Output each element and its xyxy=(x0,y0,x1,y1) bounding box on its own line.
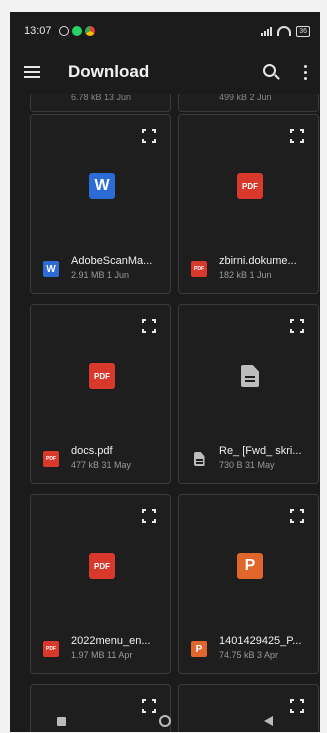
whatsapp-icon xyxy=(71,26,82,36)
expand-icon[interactable] xyxy=(290,509,304,523)
page-title: Download xyxy=(68,62,150,81)
battery-icon: 36 xyxy=(296,25,310,37)
powerpoint-icon: P xyxy=(237,553,263,579)
file-card[interactable]: W W AdobeScanMa... 2.91 MB 1 Jun xyxy=(30,114,171,294)
file-meta: 182 kB 1 Jun xyxy=(219,270,272,280)
home-icon[interactable] xyxy=(158,715,171,727)
file-name: AdobeScanMa... xyxy=(71,255,153,267)
word-icon: W xyxy=(89,173,115,199)
pdf-icon: PDF xyxy=(43,641,59,657)
pdf-icon: PDF xyxy=(191,261,207,277)
file-footer: PDF docs.pdf 477 kB 31 May xyxy=(43,445,163,473)
alarm-icon xyxy=(58,26,69,36)
powerpoint-icon: P xyxy=(191,641,207,657)
expand-icon[interactable] xyxy=(142,319,156,333)
status-bar: 13:07 36 xyxy=(10,12,320,50)
file-name: 1401429425_P... xyxy=(219,635,302,647)
file-meta: 74.75 kB 3 Apr xyxy=(219,650,279,660)
pdf-icon: PDF xyxy=(237,173,263,199)
back-icon[interactable] xyxy=(264,716,274,726)
chrome-icon xyxy=(84,26,95,36)
menu-icon[interactable] xyxy=(10,50,54,94)
document-icon xyxy=(237,363,263,389)
file-footer: P 1401429425_P... 74.75 kB 3 Apr xyxy=(191,635,311,663)
file-name: 2022menu_en... xyxy=(71,635,151,647)
file-card[interactable]: PDF PDF docs.pdf 477 kB 31 May xyxy=(30,304,171,484)
file-name: zbirni.dokume... xyxy=(219,255,297,267)
phone-screen: 13:07 36 Download 6.78 kB 13 Jun 499 kB … xyxy=(10,12,320,732)
more-options-icon[interactable] xyxy=(290,50,320,94)
expand-icon[interactable] xyxy=(142,509,156,523)
system-nav-bar xyxy=(10,710,320,732)
signal-icon xyxy=(261,26,273,36)
recent-apps-icon[interactable] xyxy=(56,716,66,726)
file-card[interactable]: Re_ [Fwd_ skri... 730 B 31 May xyxy=(178,304,319,484)
search-icon[interactable] xyxy=(250,50,290,94)
app-bar: Download xyxy=(10,50,320,94)
file-meta: 730 B 31 May xyxy=(219,460,275,470)
document-icon xyxy=(191,451,207,467)
file-footer: W AdobeScanMa... 2.91 MB 1 Jun xyxy=(43,255,163,283)
word-icon: W xyxy=(43,261,59,277)
file-meta: 477 kB 31 May xyxy=(71,460,132,470)
file-footer: PDF zbirni.dokume... 182 kB 1 Jun xyxy=(191,255,311,283)
file-grid: 6.78 kB 13 Jun 499 kB 2 Jun W W AdobeSca… xyxy=(10,94,320,732)
status-right: 36 xyxy=(261,25,310,37)
file-footer: Re_ [Fwd_ skri... 730 B 31 May xyxy=(191,445,311,473)
expand-icon[interactable] xyxy=(290,319,304,333)
pdf-icon: PDF xyxy=(43,451,59,467)
pdf-icon: PDF xyxy=(89,363,115,389)
file-meta: 6.78 kB 13 Jun xyxy=(71,94,132,102)
wifi-icon xyxy=(277,26,292,36)
file-card[interactable]: P P 1401429425_P... 74.75 kB 3 Apr xyxy=(178,494,319,674)
file-card[interactable]: PDF PDF zbirni.dokume... 182 kB 1 Jun xyxy=(178,114,319,294)
file-card[interactable]: 6.78 kB 13 Jun xyxy=(30,94,171,112)
file-meta: 1.97 MB 11 Apr xyxy=(71,650,133,660)
file-meta: 2.91 MB 1 Jun xyxy=(71,270,130,280)
file-footer: PDF 2022menu_en... 1.97 MB 11 Apr xyxy=(43,635,163,663)
pdf-icon: PDF xyxy=(89,553,115,579)
file-name: Re_ [Fwd_ skri... xyxy=(219,445,302,457)
file-name: docs.pdf xyxy=(71,445,113,457)
status-time: 13:07 xyxy=(24,25,52,37)
file-card[interactable]: 499 kB 2 Jun xyxy=(178,94,319,112)
expand-icon[interactable] xyxy=(290,129,304,143)
file-card[interactable]: PDF PDF 2022menu_en... 1.97 MB 11 Apr xyxy=(30,494,171,674)
expand-icon[interactable] xyxy=(142,129,156,143)
file-meta: 499 kB 2 Jun xyxy=(219,94,272,102)
